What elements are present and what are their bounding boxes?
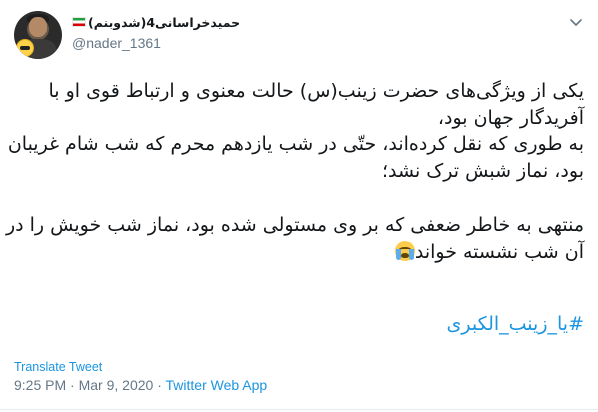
tweet-date[interactable]: Mar 9, 2020 [79, 377, 154, 393]
tweet-source-link[interactable]: Twitter Web App [166, 377, 268, 393]
tweet-time[interactable]: 9:25 PM [14, 377, 66, 393]
tweet-line: به طوری که نقل کرده‌اند، حتّی در شب یازد… [7, 133, 584, 155]
divider [0, 409, 598, 410]
tweet-meta: 9:25 PM · Mar 9, 2020 · Twitter Web App [14, 377, 267, 393]
hashtag-link[interactable]: #یا_زینب_الکبری [447, 313, 585, 335]
meta-separator: · [157, 377, 162, 393]
translate-tweet-link[interactable]: Translate Tweet [14, 360, 102, 374]
avatar[interactable] [14, 11, 62, 59]
author-handle: @nader_1361 [72, 35, 161, 51]
author-display-name: حمیدخراسانی4(شدوبنم) [88, 14, 241, 30]
meta-separator: · [70, 377, 75, 393]
tweet-text: یکی از ویژگی‌های حضرت زینب(س) حالت معنوی… [5, 78, 584, 266]
tweet-line: آن شب نشسته خواند [414, 240, 584, 263]
loudly-crying-face-icon [394, 240, 415, 261]
tweet-line-blank [14, 184, 584, 212]
tweet-line-last: آن شب نشسته خواند [14, 239, 584, 266]
tweet-line: یکی از ویژگی‌های حضرت زینب(س) حالت معنوی… [48, 80, 584, 102]
chevron-down-icon[interactable] [568, 14, 584, 30]
author-display-name-row[interactable]: حمیدخراسانی4(شدوبنم) [72, 13, 240, 31]
tweet-card: حمیدخراسانی4(شدوبنم) @nader_1361 یکی از … [0, 0, 598, 412]
tweet-line: بود، نماز شبش ترک نشد؛ [382, 159, 584, 182]
sunglasses-emoji-icon [16, 39, 34, 57]
author-block[interactable]: حمیدخراسانی4(شدوبنم) @nader_1361 [72, 13, 240, 51]
iran-flag-icon [72, 17, 86, 27]
avatar-face [29, 17, 47, 37]
tweet-line: آفریدگار جهان بود، [437, 106, 584, 129]
tweet-line: منتهی به خاطر ضعفی که بر وی مستولی شده ب… [5, 214, 584, 236]
